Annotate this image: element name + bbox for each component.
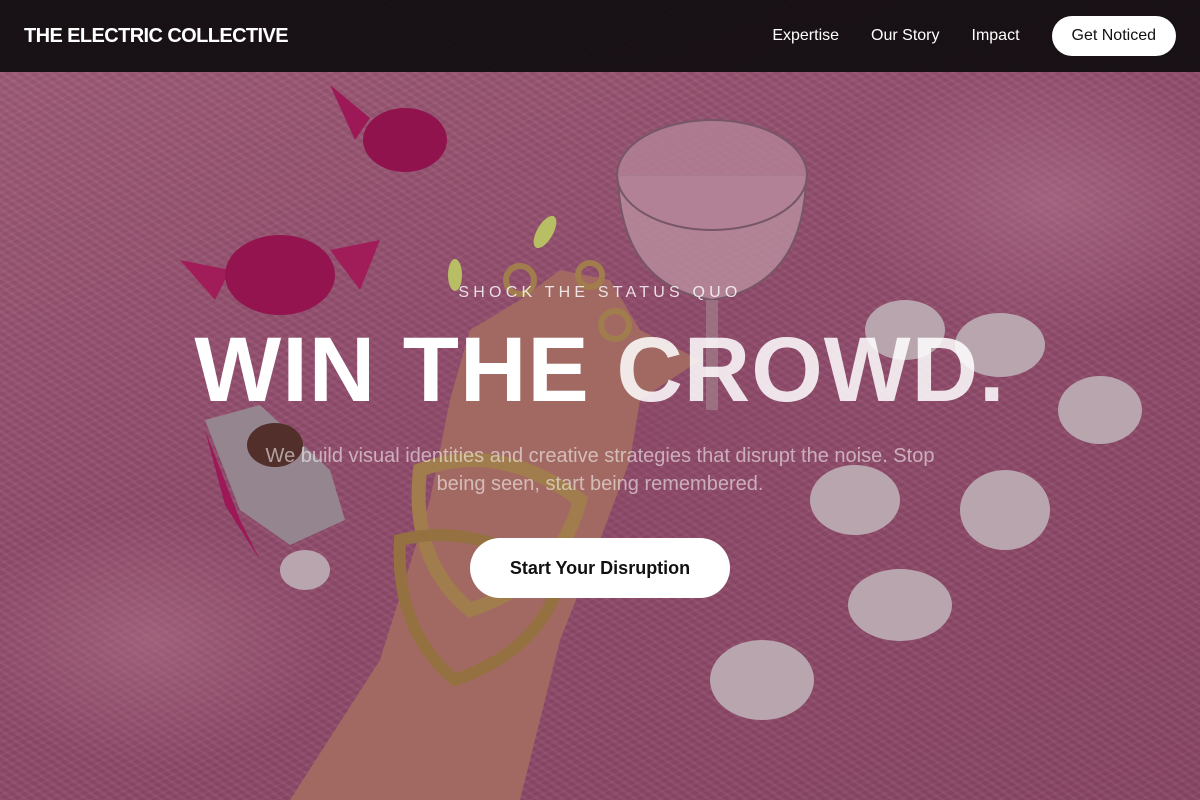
get-noticed-button[interactable]: Get Noticed	[1051, 16, 1176, 56]
headline-part-2: CROWD.	[616, 319, 1006, 421]
nav-link-our-story[interactable]: Our Story	[871, 27, 939, 45]
hero-eyebrow: SHOCK THE STATUS QUO	[458, 284, 742, 301]
top-navbar: THE ELECTRIC COLLECTIVE Expertise Our St…	[0, 0, 1200, 72]
nav-right-group: Expertise Our Story Impact Get Noticed	[772, 16, 1176, 56]
nav-links: Expertise Our Story Impact	[772, 27, 1019, 45]
brand-logo-link[interactable]: THE ELECTRIC COLLECTIVE	[24, 25, 289, 48]
nav-link-expertise[interactable]: Expertise	[772, 27, 839, 45]
headline-part-1: WIN THE	[194, 319, 617, 421]
hero-headline: WIN THE CROWD.	[0, 318, 1200, 422]
hero-subtext: We build visual identities and creative …	[265, 445, 935, 495]
hero-section: SHOCK THE STATUS QUO WIN THE CROWD. We b…	[0, 0, 1200, 800]
nav-link-impact[interactable]: Impact	[972, 27, 1020, 45]
start-disruption-button[interactable]: Start Your Disruption	[470, 538, 730, 598]
